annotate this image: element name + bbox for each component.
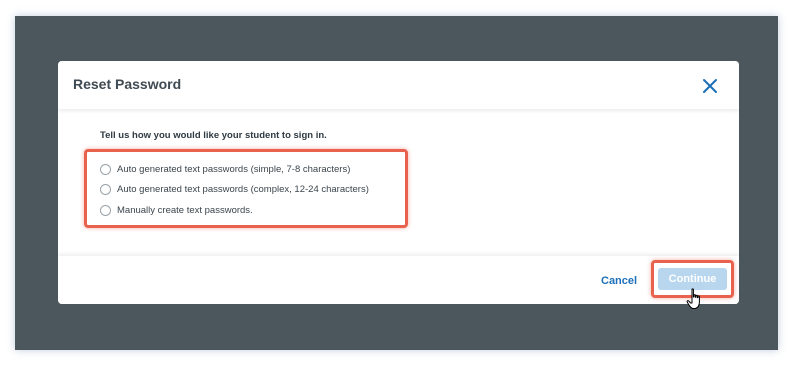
sign-in-prompt: Tell us how you would like your student … <box>100 130 327 141</box>
option-label: Auto generated text passwords (complex, … <box>117 183 369 195</box>
dialog-title: Reset Password <box>73 76 182 92</box>
close-button[interactable] <box>699 75 721 97</box>
dialog-footer: Cancel Continue <box>58 256 739 304</box>
cancel-button[interactable]: Cancel <box>601 275 637 287</box>
radio-manual[interactable] <box>100 204 111 216</box>
reset-password-dialog: Reset Password Tell us how you would lik… <box>58 61 739 304</box>
dialog-body: Tell us how you would like your student … <box>58 109 739 256</box>
dialog-header: Reset Password <box>58 61 739 109</box>
continue-button[interactable]: Continue <box>658 268 727 290</box>
option-simple-passwords[interactable]: Auto generated text passwords (simple, 7… <box>100 162 350 176</box>
option-complex-passwords[interactable]: Auto generated text passwords (complex, … <box>100 182 369 196</box>
radio-simple[interactable] <box>100 163 111 175</box>
password-options-highlight: Auto generated text passwords (simple, 7… <box>84 149 408 228</box>
option-manual-passwords[interactable]: Manually create text passwords. <box>100 203 253 217</box>
option-label: Manually create text passwords. <box>117 204 253 216</box>
close-icon <box>703 79 717 93</box>
hand-pointer-icon <box>686 288 700 309</box>
option-label: Auto generated text passwords (simple, 7… <box>117 163 351 175</box>
radio-complex[interactable] <box>100 183 111 195</box>
